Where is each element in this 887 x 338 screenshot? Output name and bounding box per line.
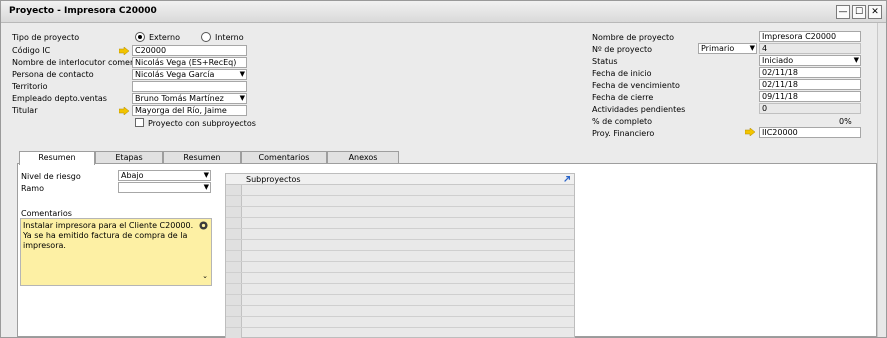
comentarios-label: Comentarios bbox=[21, 209, 72, 218]
minimize-button[interactable]: — bbox=[836, 5, 850, 19]
table-row bbox=[226, 195, 574, 196]
link-arrow-icon[interactable] bbox=[119, 47, 129, 55]
actividades-pendientes-field: 0 bbox=[759, 103, 861, 114]
dropdown-arrow-icon: ▼ bbox=[853, 56, 859, 64]
interno-radio[interactable] bbox=[201, 32, 211, 42]
actividades-pendientes-label: Actividades pendientes bbox=[592, 105, 686, 114]
title-bar: Proyecto - Impresora C20000 — ☐ ✕ bbox=[1, 1, 886, 23]
table-row bbox=[226, 261, 574, 262]
table-row bbox=[226, 305, 574, 306]
dropdown-arrow-icon: ▼ bbox=[749, 44, 755, 52]
link-arrow-icon[interactable] bbox=[119, 107, 129, 115]
completo-label: % de completo bbox=[592, 117, 653, 126]
subproyectos-header: Subproyectos bbox=[226, 174, 574, 185]
persona-contacto-select[interactable]: Nicolás Vega García ▼ bbox=[132, 69, 247, 80]
tipo-proyecto-label: Tipo de proyecto bbox=[12, 33, 80, 42]
scroll-down-icon[interactable]: ⌄ bbox=[202, 271, 208, 281]
maximize-button[interactable]: ☐ bbox=[852, 5, 866, 19]
fecha-inicio-field[interactable]: 02/11/18 bbox=[759, 67, 861, 78]
comentarios-textarea[interactable]: Instalar impresora para el Cliente C2000… bbox=[20, 218, 212, 286]
table-row bbox=[226, 294, 574, 295]
table-row bbox=[226, 316, 574, 317]
empleado-ventas-select[interactable]: Bruno Tomás Martínez ▼ bbox=[132, 93, 247, 104]
status-label: Status bbox=[592, 57, 618, 66]
codigo-ic-label: Código IC bbox=[12, 46, 51, 55]
proy-financiero-field[interactable]: IIC20000 bbox=[759, 127, 861, 138]
project-window: Proyecto - Impresora C20000 — ☐ ✕ Tipo d… bbox=[0, 0, 887, 338]
territorio-label: Territorio bbox=[12, 82, 48, 91]
table-row bbox=[226, 283, 574, 284]
fecha-cierre-label: Fecha de cierre bbox=[592, 93, 654, 102]
vertical-scrollbar[interactable] bbox=[877, 23, 886, 337]
nombre-interlocutor-label: Nombre de interlocutor comercial bbox=[12, 58, 147, 67]
dropdown-arrow-icon: ▼ bbox=[203, 171, 209, 179]
fecha-vencimiento-field[interactable]: 02/11/18 bbox=[759, 79, 861, 90]
status-value: Iniciado bbox=[762, 56, 794, 65]
externo-label: Externo bbox=[149, 33, 180, 42]
nivel-riesgo-select[interactable]: Abajo ▼ bbox=[118, 170, 211, 181]
nivel-riesgo-label: Nivel de riesgo bbox=[21, 172, 81, 181]
empleado-ventas-value: Bruno Tomás Martínez bbox=[135, 94, 224, 103]
edit-comment-icon[interactable] bbox=[199, 221, 208, 230]
interno-label: Interno bbox=[215, 33, 244, 42]
dropdown-arrow-icon: ▼ bbox=[239, 94, 245, 102]
fecha-cierre-field[interactable]: 09/11/18 bbox=[759, 91, 861, 102]
fecha-inicio-label: Fecha de inicio bbox=[592, 69, 652, 78]
dropdown-arrow-icon: ▼ bbox=[239, 70, 245, 78]
table-row bbox=[226, 272, 574, 273]
nombre-proyecto-label: Nombre de proyecto bbox=[592, 33, 675, 42]
territorio-field[interactable] bbox=[132, 81, 247, 92]
comentarios-text: Instalar impresora para el Cliente C2000… bbox=[23, 221, 194, 250]
completo-value: 0% bbox=[839, 117, 852, 126]
num-proyecto-field: 4 bbox=[759, 43, 861, 54]
fecha-vencimiento-label: Fecha de vencimiento bbox=[592, 81, 680, 90]
link-arrow-icon[interactable] bbox=[745, 128, 755, 136]
expand-icon[interactable] bbox=[563, 175, 571, 183]
subproyectos-checkbox-label: Proyecto con subproyectos bbox=[148, 119, 256, 128]
close-button[interactable]: ✕ bbox=[868, 5, 882, 19]
externo-radio[interactable] bbox=[135, 32, 145, 42]
persona-contacto-label: Persona de contacto bbox=[12, 70, 94, 79]
subproyectos-checkbox[interactable] bbox=[135, 118, 144, 127]
subproyectos-header-label: Subproyectos bbox=[246, 175, 301, 184]
subproyectos-table: Subproyectos bbox=[225, 173, 575, 338]
nombre-interlocutor-field[interactable]: Nicolás Vega (ES+RecEq) bbox=[132, 57, 247, 68]
series-value: Primario bbox=[701, 44, 735, 53]
dropdown-arrow-icon: ▼ bbox=[203, 183, 209, 191]
nombre-proyecto-field[interactable]: Impresora C20000 bbox=[759, 31, 861, 42]
proy-financiero-label: Proy. Financiero bbox=[592, 129, 655, 138]
ramo-label: Ramo bbox=[21, 184, 44, 193]
nivel-riesgo-value: Abajo bbox=[121, 171, 144, 180]
table-row bbox=[226, 217, 574, 218]
series-select[interactable]: Primario ▼ bbox=[698, 43, 757, 54]
persona-contacto-value: Nicolás Vega García bbox=[135, 70, 215, 79]
ramo-select[interactable]: ▼ bbox=[118, 182, 211, 193]
titular-label: Titular bbox=[12, 106, 38, 115]
empleado-ventas-label: Empleado depto.ventas bbox=[12, 94, 107, 103]
status-select[interactable]: Iniciado ▼ bbox=[759, 55, 861, 66]
table-row bbox=[226, 239, 574, 240]
tab-resumen[interactable]: Resumen bbox=[19, 151, 95, 165]
codigo-ic-field[interactable]: C20000 bbox=[132, 45, 247, 56]
table-row bbox=[226, 206, 574, 207]
window-title: Proyecto - Impresora C20000 bbox=[9, 6, 157, 16]
num-proyecto-label: Nº de proyecto bbox=[592, 45, 653, 54]
titular-field[interactable]: Mayorga del Río, Jaime bbox=[132, 105, 247, 116]
table-row bbox=[226, 250, 574, 251]
table-row bbox=[226, 327, 574, 328]
table-row bbox=[226, 228, 574, 229]
